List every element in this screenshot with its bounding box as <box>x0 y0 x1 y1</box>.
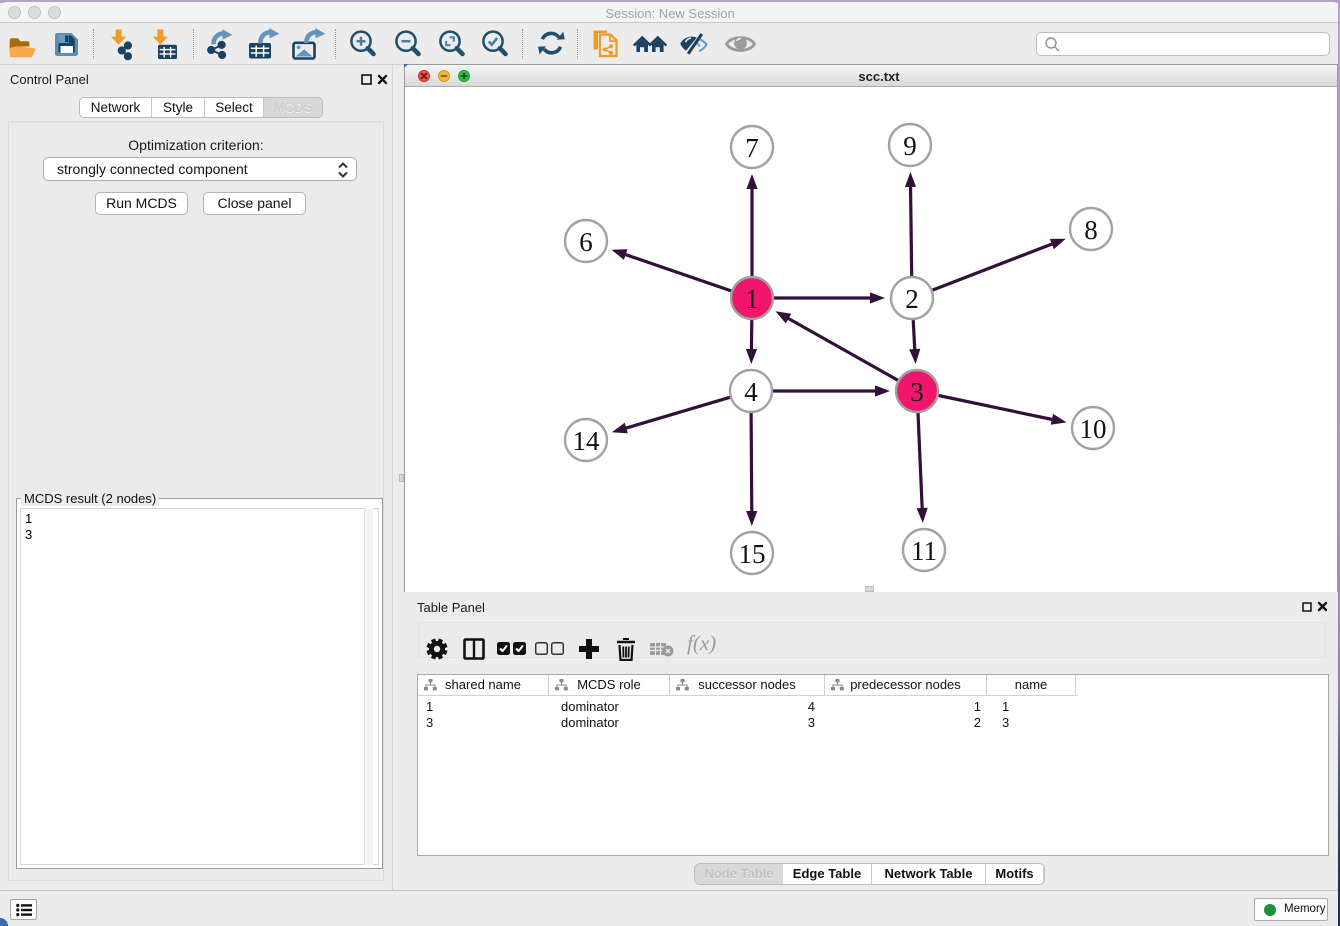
svg-text:6: 6 <box>579 227 593 257</box>
svg-text:8: 8 <box>1084 215 1098 245</box>
svg-text:1: 1 <box>745 284 759 314</box>
svg-text:14: 14 <box>573 426 601 456</box>
svg-text:10: 10 <box>1080 414 1107 444</box>
svg-text:3: 3 <box>910 377 924 407</box>
svg-text:4: 4 <box>744 377 758 407</box>
svg-text:2: 2 <box>905 284 919 314</box>
svg-text:9: 9 <box>903 131 917 161</box>
svg-text:11: 11 <box>911 536 937 566</box>
svg-text:7: 7 <box>745 133 759 163</box>
svg-text:15: 15 <box>739 539 766 569</box>
